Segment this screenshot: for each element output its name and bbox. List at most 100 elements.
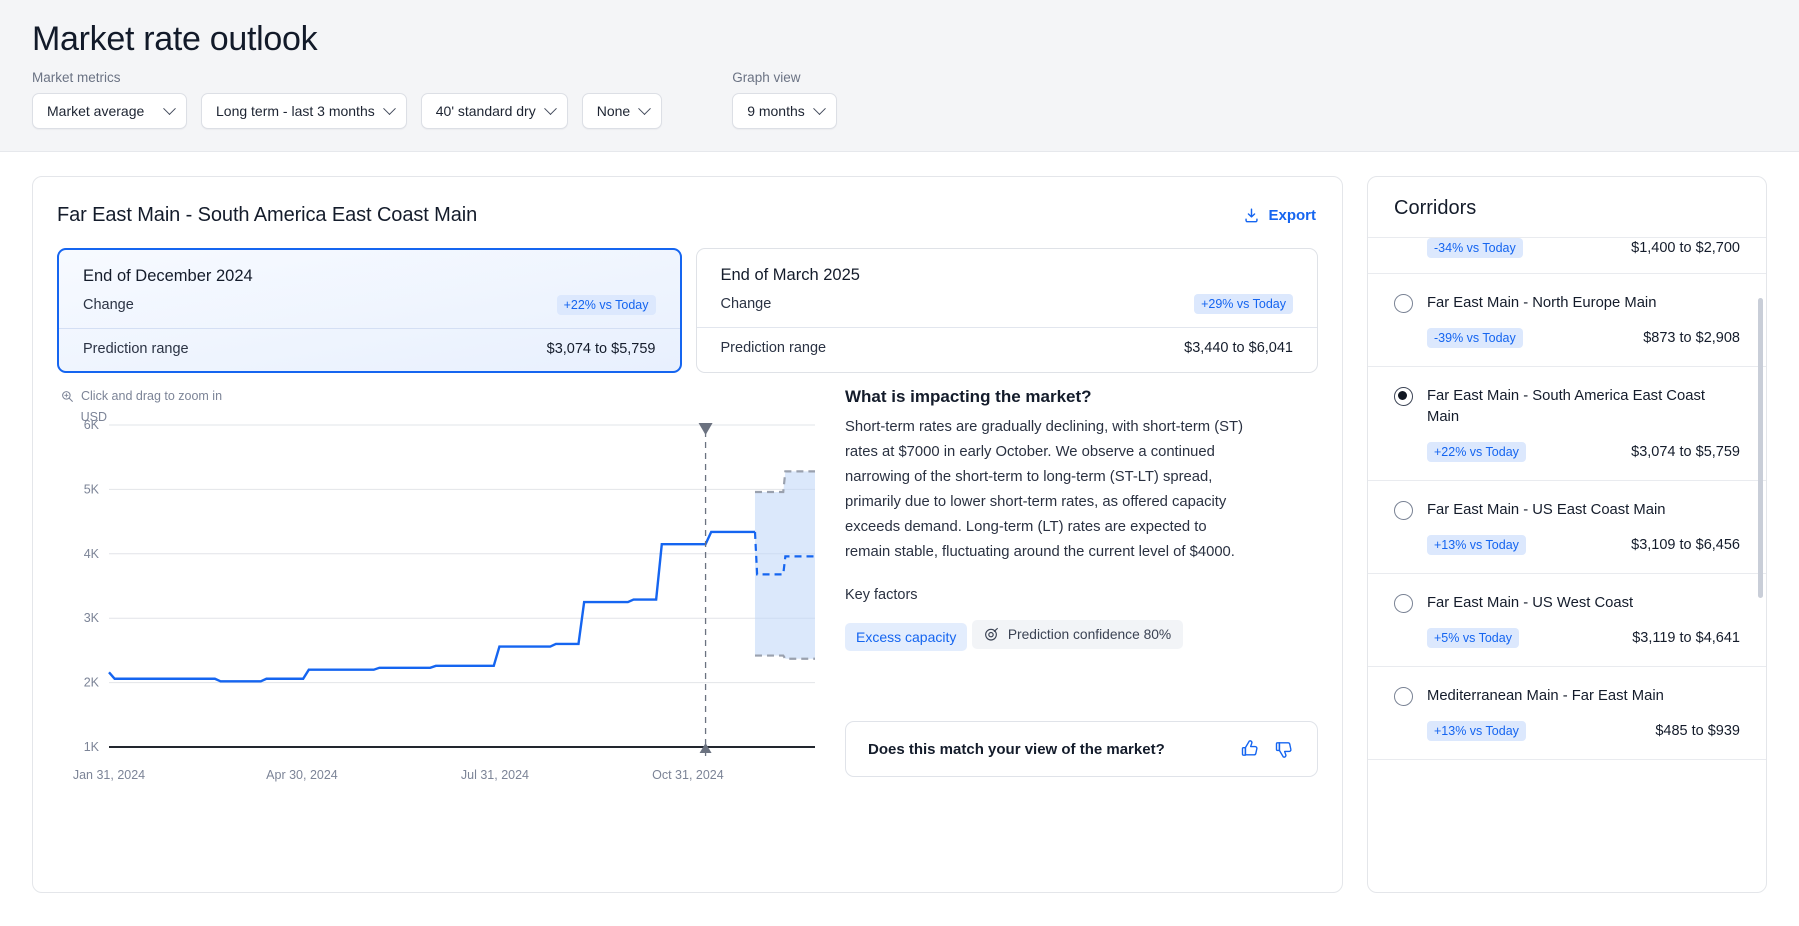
feedback-icons xyxy=(1239,738,1295,760)
corridor-item-top: Far East Main - North Europe Main xyxy=(1394,293,1740,314)
card-header: Far East Main - South America East Coast… xyxy=(57,203,1318,228)
corridor-name: Far East Main - North Europe Main xyxy=(1427,295,1657,311)
corridor-change-badge: -39% vs Today xyxy=(1427,328,1523,348)
key-factor-chip: Excess capacity xyxy=(845,623,968,651)
prediction-change-row: Change +29% vs Today xyxy=(697,285,1318,327)
corridor-name: Mediterranean Main - Far East Main xyxy=(1427,688,1664,704)
corridor-item-top: Far East Main - South America East Coast… xyxy=(1394,386,1740,428)
x-tick-label: Oct 31, 2024 xyxy=(652,768,724,782)
corridor-list-item[interactable]: Far East Main - US East Coast Main +13% v… xyxy=(1368,481,1766,574)
magnifier-icon xyxy=(62,390,73,402)
prediction-range-value: $3,074 to $5,759 xyxy=(546,341,656,357)
corridor-name: Far East Main - US West Coast xyxy=(1427,595,1634,611)
zoom-hint-label: Click and drag to zoom in xyxy=(81,389,223,403)
corridor-list-item[interactable]: Far East Main - South America East Coast… xyxy=(1368,367,1766,481)
corridor-range: $3,109 to $6,456 xyxy=(1631,537,1740,553)
select-equipment-value: 40' standard dry xyxy=(435,103,536,119)
y-tick-label: 3K xyxy=(84,611,100,625)
corridor-item-bottom: +13% vs Today $485 to $939 xyxy=(1394,721,1740,741)
prediction-confidence-label: Prediction confidence 80% xyxy=(1007,627,1172,642)
corridor-range: $3,119 to $4,641 xyxy=(1632,630,1740,646)
corridor-item-top: Mediterranean Main - Far East Main xyxy=(1394,686,1740,707)
market-metrics-group: Market metrics Market average Long term … xyxy=(32,70,663,129)
corridor-item-bottom: -39% vs Today $873 to $2,908 xyxy=(1394,328,1740,348)
chart-and-insight: Click and drag to zoom in USD 1K 2K 3K 4K 5K 6… xyxy=(57,387,1318,799)
select-market-metric[interactable]: Market average xyxy=(32,93,187,129)
market-metrics-label: Market metrics xyxy=(32,70,121,85)
app-root: Market rate outlook Market metrics Marke… xyxy=(0,0,1799,926)
corridor-list-item[interactable]: Far East Main - North Europe Main -39% vs… xyxy=(1368,274,1766,367)
corridor-list-item[interactable]: -34% vs Today $1,400 to $2,700 xyxy=(1368,238,1766,274)
corridor-radio[interactable] xyxy=(1394,387,1413,406)
x-tick-label: Apr 30, 2024 xyxy=(266,768,338,782)
change-label: Change xyxy=(83,297,134,313)
prediction-card-title: End of December 2024 xyxy=(83,267,253,285)
y-tick-label: 4K xyxy=(84,547,100,561)
y-tick-label: 1K xyxy=(84,740,100,754)
select-equipment[interactable]: 40' standard dry xyxy=(420,93,568,129)
chevron-down-icon xyxy=(163,101,176,115)
insight-body: Short-term rates are gradually declining… xyxy=(845,419,1244,560)
select-graph-range[interactable]: 9 months xyxy=(732,93,837,129)
market-outlook-card: Far East Main - South America East Coast… xyxy=(32,176,1343,893)
prediction-change-row: Change +22% vs Today xyxy=(59,286,680,328)
corridor-list-item[interactable]: Mediterranean Main - Far East Main +13% v… xyxy=(1368,667,1766,760)
corridor-radio[interactable] xyxy=(1394,687,1413,706)
download-icon xyxy=(1245,208,1259,223)
select-extra[interactable]: None xyxy=(581,93,663,129)
content-area: Far East Main - South America East Coast… xyxy=(0,152,1799,922)
corridor-radio[interactable] xyxy=(1394,594,1413,613)
corridor-radio[interactable] xyxy=(1394,501,1413,520)
corridors-panel: Corridors -34% vs Today $1,400 to $2,700 F… xyxy=(1367,176,1767,893)
insight-title: What is impacting the market? xyxy=(845,387,1092,406)
rate-chart-svg[interactable]: USD1K2K3K4K5K6KJan 31, 2024 Apr 30, 2024 J… xyxy=(57,407,817,799)
prediction-confidence-chip: Prediction confidence 80% xyxy=(971,620,1184,649)
zoom-hint: Click and drag to zoom in xyxy=(61,389,817,403)
prediction-card-march[interactable]: End of March 2025 Change +29% vs Today P… xyxy=(695,248,1318,373)
select-term-value: Long term - last 3 months xyxy=(216,103,375,119)
today-marker-top-handle[interactable] xyxy=(698,423,713,435)
chevron-down-icon xyxy=(638,101,652,115)
corridor-list-item[interactable]: Far East Main - US West Coast +5% vs Toda… xyxy=(1368,574,1766,667)
prediction-range-row: Prediction range $3,440 to $6,041 xyxy=(696,327,1317,370)
page-title: Market rate outlook xyxy=(32,20,318,58)
target-icon xyxy=(984,627,998,641)
chevron-down-icon xyxy=(812,101,826,115)
change-label: Change xyxy=(720,296,772,312)
selected-corridor-title: Far East Main - South America East Coast… xyxy=(57,204,478,226)
select-term[interactable]: Long term - last 3 months xyxy=(201,93,407,129)
chevron-down-icon xyxy=(543,101,557,115)
graph-view-selects: 9 months xyxy=(732,93,837,129)
corridors-title: Corridors xyxy=(1394,197,1477,219)
select-extra-value: None xyxy=(596,103,631,119)
corridor-range: $485 to $939 xyxy=(1655,723,1740,739)
corridor-item-bottom: -34% vs Today $1,400 to $2,700 xyxy=(1394,238,1740,258)
corridors-header: Corridors xyxy=(1368,177,1766,238)
feedback-question: Does this match your view of the market? xyxy=(868,740,1165,758)
corridor-change-badge: +5% vs Today xyxy=(1427,628,1519,648)
thumbs-down-icon[interactable] xyxy=(1273,738,1295,760)
x-tick-label: Jul 31, 2024 xyxy=(461,768,529,782)
corridor-radio[interactable] xyxy=(1394,294,1413,313)
chart-column: Click and drag to zoom in USD 1K 2K 3K 4K 5K 6… xyxy=(57,387,817,799)
prediction-card-december[interactable]: End of December 2024 Change +22% vs Toda… xyxy=(57,248,682,373)
export-label: Export xyxy=(1268,207,1316,224)
feedback-bar: Does this match your view of the market? xyxy=(845,721,1318,777)
corridor-change-badge: -34% vs Today xyxy=(1427,238,1523,258)
corridor-range: $3,074 to $5,759 xyxy=(1631,444,1740,460)
insight-column: What is impacting the market? Short-term… xyxy=(817,387,1318,799)
select-graph-range-value: 9 months xyxy=(747,103,805,119)
corridor-name: Far East Main - US East Coast Main xyxy=(1427,502,1666,518)
y-tick-label: 2K xyxy=(84,676,100,690)
corridors-scrollbar[interactable] xyxy=(1758,298,1763,598)
prediction-range-label: Prediction range xyxy=(720,340,827,356)
change-badge: +29% vs Today xyxy=(1194,294,1293,314)
export-button[interactable]: Export xyxy=(1241,203,1318,228)
graph-view-label: Graph view xyxy=(732,70,801,85)
filters-row: Market metrics Market average Long term … xyxy=(32,70,1767,129)
prediction-cards: End of December 2024 Change +22% vs Toda… xyxy=(57,248,1318,373)
corridors-list[interactable]: -34% vs Today $1,400 to $2,700 Far East Ma… xyxy=(1368,238,1766,892)
thumbs-up-icon[interactable] xyxy=(1239,738,1261,760)
rate-chart[interactable]: USD 1K 2K 3K 4K 5K 6K Jan 31, 2024 Apr 30, 2024 J… xyxy=(57,407,817,799)
x-tick-label: Jan 31, 2024 xyxy=(73,768,145,782)
